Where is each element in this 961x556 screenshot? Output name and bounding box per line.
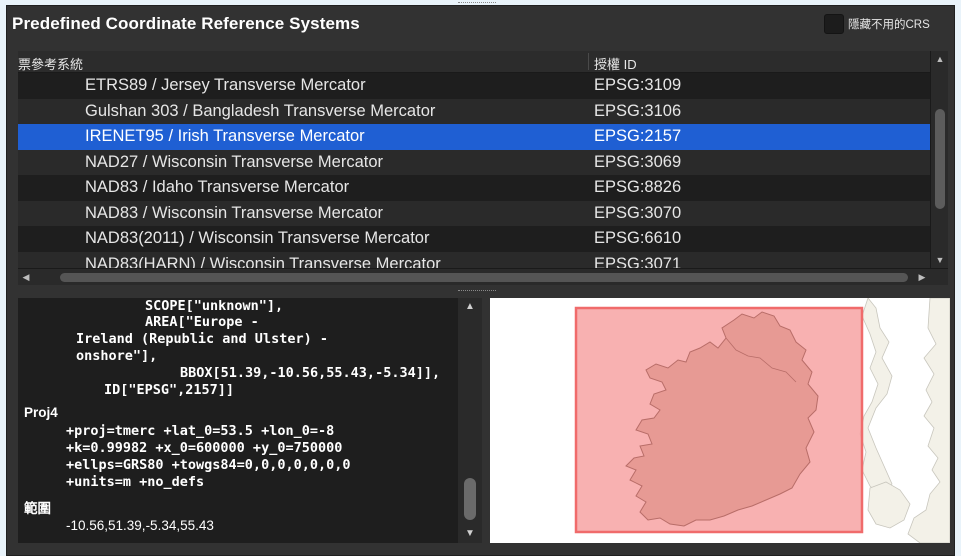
scroll-up-arrow-icon[interactable]: ▲: [931, 51, 948, 67]
scroll-down-arrow-icon[interactable]: ▼: [458, 525, 482, 543]
authid-cell: EPSG:3109: [594, 76, 682, 94]
extent-map-preview: [490, 298, 950, 543]
crs-name-cell: NAD83(2011) / Wisconsin Transverse Merca…: [85, 229, 430, 247]
column-header-authority-id[interactable]: 授權 ID: [594, 54, 637, 73]
table-body: ETRS89 / Jersey Transverse Mercator EPSG:…: [18, 73, 930, 277]
crs-name-cell: IRENET95 / Irish Transverse Mercator: [85, 127, 365, 145]
crs-name-cell: NAD83 / Idaho Transverse Mercator: [85, 178, 350, 196]
authid-cell: EPSG:8826: [594, 178, 682, 196]
crs-definition-text[interactable]: SCOPE["unknown"], AREA["Europe - Ireland…: [18, 298, 482, 543]
table-row[interactable]: Gulshan 303 / Bangladesh Transverse Merc…: [18, 98, 930, 124]
scroll-up-arrow-icon[interactable]: ▲: [458, 298, 482, 316]
crs-name-cell: ETRS89 / Jersey Transverse Mercator: [85, 76, 366, 94]
table-row[interactable]: NAD27 / Wisconsin Transverse Mercator EPS…: [18, 149, 930, 175]
proj4-line: +ellps=GRS80 +towgs84=0,0,0,0,0,0,0: [66, 457, 351, 473]
extent-heading: 範圍: [24, 501, 51, 516]
table-row[interactable]: NAD83 / Wisconsin Transverse Mercator EPS…: [18, 200, 930, 226]
scrollbar-thumb[interactable]: [935, 109, 945, 209]
proj4-line: +units=m +no_defs: [66, 474, 205, 490]
wkt-line: BBOX[51.39,-10.56,55.43,-5.34]],: [180, 365, 441, 381]
crs-table: 票參考系統 授權 ID ETRS89 / Jersey Transverse M…: [18, 51, 948, 285]
table-vertical-scrollbar[interactable]: ▲ ▼: [930, 51, 948, 268]
authid-cell: EPSG:2157: [594, 127, 682, 145]
table-header: 票參考系統 授權 ID: [18, 51, 930, 73]
wkt-line: Ireland (Republic and Ulster) -: [76, 331, 328, 347]
table-row[interactable]: NAD83(2011) / Wisconsin Transverse Merca…: [18, 226, 930, 252]
authid-cell: EPSG:3070: [594, 203, 682, 222]
wkt-line: SCOPE["unknown"],: [145, 298, 284, 314]
splitter-handle-top[interactable]: [458, 2, 496, 5]
hide-unused-crs-label[interactable]: 隱藏不用的CRS: [848, 16, 930, 32]
scroll-left-arrow-icon[interactable]: ◀: [18, 269, 34, 285]
authid-cell: EPSG:3106: [594, 101, 682, 120]
table-row-selected[interactable]: IRENET95 / Irish Transverse Mercator EPSG…: [18, 124, 930, 150]
authid-cell: EPSG:3069: [594, 152, 682, 171]
proj4-heading: Proj4: [24, 405, 58, 420]
splitter-handle-middle[interactable]: [458, 290, 496, 293]
authid-cell: EPSG:6610: [594, 229, 682, 247]
proj4-line: +proj=tmerc +lat_0=53.5 +lon_0=-8: [66, 423, 335, 439]
wkt-line: onshore"],: [76, 348, 158, 364]
table-row[interactable]: NAD83 / Idaho Transverse Mercator EPSG:88…: [18, 175, 930, 201]
table-row[interactable]: ETRS89 / Jersey Transverse Mercator EPSG:…: [18, 73, 930, 99]
map-canvas: [574, 298, 950, 543]
wkt-line: AREA["Europe -: [145, 314, 259, 330]
section-title: Predefined Coordinate Reference Systems: [12, 14, 360, 33]
scroll-right-arrow-icon[interactable]: ▶: [914, 269, 930, 285]
scroll-down-arrow-icon[interactable]: ▼: [931, 252, 948, 268]
wkt-line: ID["EPSG",2157]]: [104, 382, 235, 398]
crs-name-cell: Gulshan 303 / Bangladesh Transverse Merc…: [85, 101, 436, 120]
extent-value: -10.56,51.39,-5.34,55.43: [66, 518, 214, 533]
column-header-crs[interactable]: 票參考系統: [18, 54, 83, 73]
scrollbar-thumb[interactable]: [464, 478, 476, 520]
hide-unused-crs-checkbox[interactable]: [824, 14, 844, 34]
table-horizontal-scrollbar[interactable]: ◀ ▶: [18, 268, 948, 285]
scrollbar-thumb[interactable]: [60, 273, 908, 282]
wales-land: [867, 481, 911, 529]
column-separator[interactable]: [588, 53, 589, 70]
crs-name-cell: NAD83 / Wisconsin Transverse Mercator: [85, 203, 384, 222]
crs-name-cell: NAD27 / Wisconsin Transverse Mercator: [85, 152, 384, 171]
details-vertical-scrollbar[interactable]: ▲ ▼: [458, 298, 482, 543]
proj4-line: +k=0.99982 +x_0=600000 +y_0=750000: [66, 440, 343, 456]
